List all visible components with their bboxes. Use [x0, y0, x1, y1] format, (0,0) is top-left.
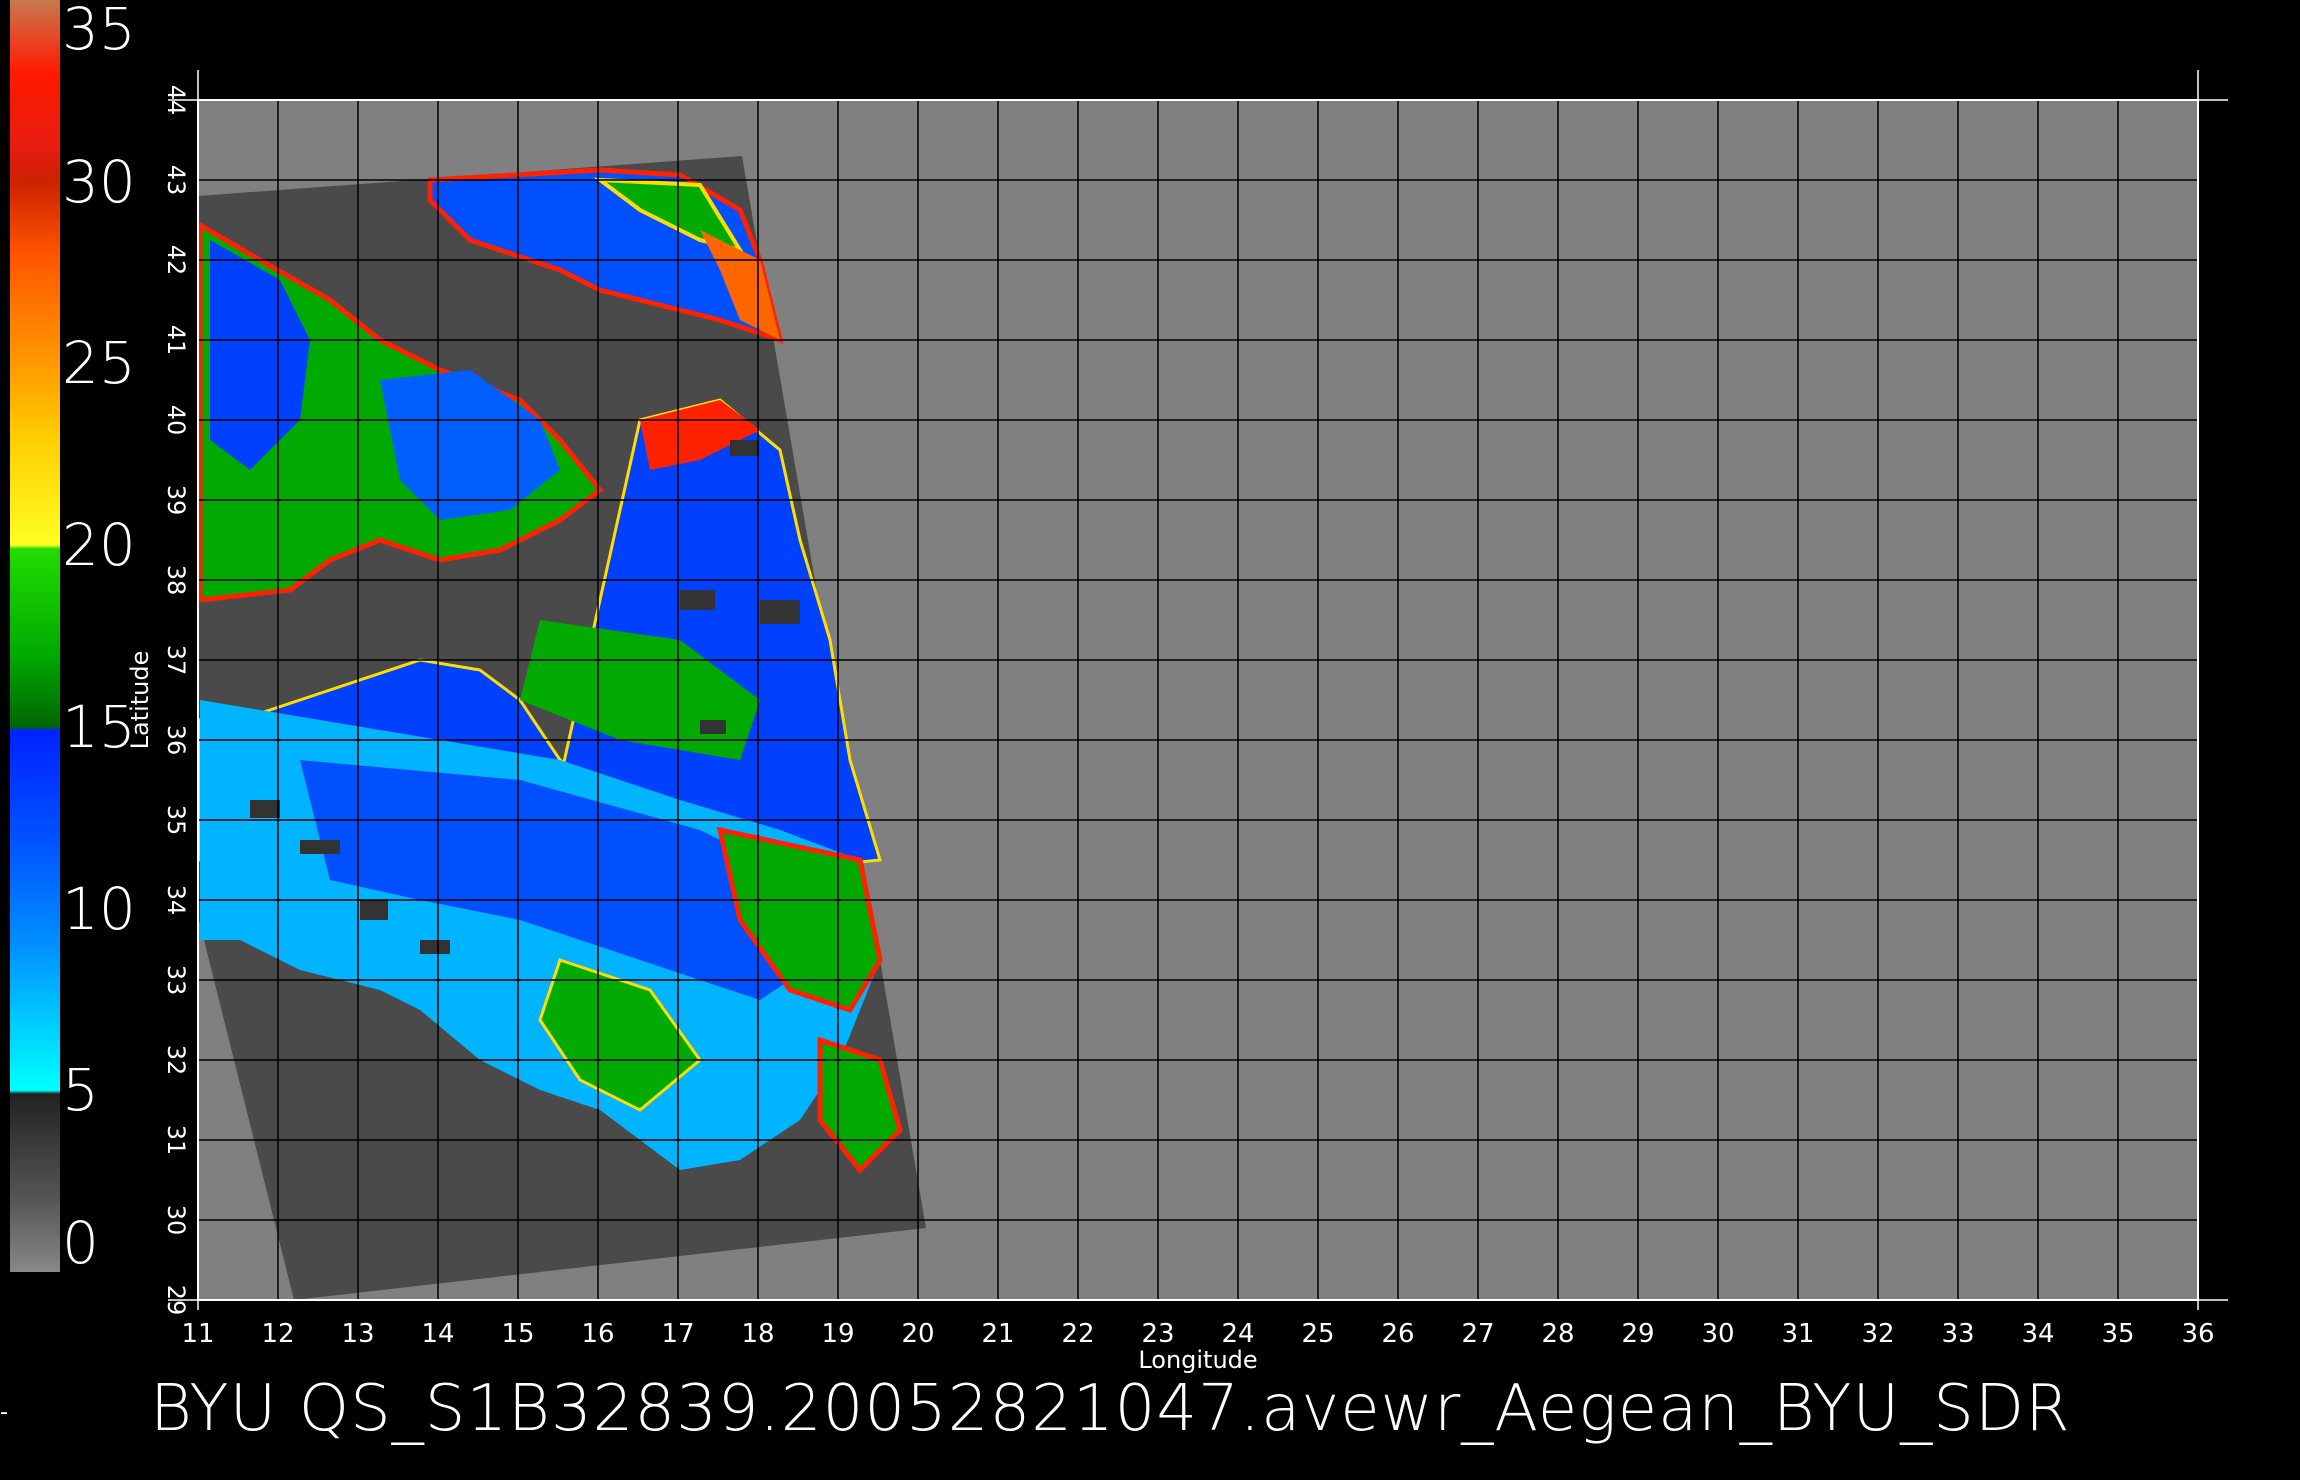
longitude-tick-label: 15 — [501, 1319, 534, 1349]
longitude-tick-label: 24 — [1221, 1319, 1254, 1349]
latitude-tick-label: 36 — [162, 725, 190, 756]
latitude-tick-label: 37 — [162, 645, 190, 676]
longitude-tick-label: 14 — [421, 1319, 454, 1349]
longitude-tick-label: 26 — [1381, 1319, 1414, 1349]
latitude-tick-label: 40 — [162, 405, 190, 436]
latitude-tick-label: 29 — [162, 1285, 190, 1316]
latitude-tick-label: 33 — [162, 965, 190, 996]
latitude-tick-label: 39 — [162, 485, 190, 516]
latitude-tick-label: 35 — [162, 805, 190, 836]
longitude-tick-label: 25 — [1301, 1319, 1334, 1349]
y-axis-label: Latitude — [126, 651, 154, 750]
longitude-tick-label: 29 — [1621, 1319, 1654, 1349]
longitude-tick-label: 27 — [1461, 1319, 1494, 1349]
longitude-tick-label: 19 — [821, 1319, 854, 1349]
longitude-tick-label: 16 — [581, 1319, 614, 1349]
longitude-tick-label: 12 — [261, 1319, 294, 1349]
longitude-tick-label: 36 — [2181, 1319, 2214, 1349]
longitude-tick-label: 22 — [1061, 1319, 1094, 1349]
latitude-tick-label: 32 — [162, 1045, 190, 1076]
longitude-tick-label: 34 — [2021, 1319, 2054, 1349]
latitude-tick-label: 44 — [162, 85, 190, 116]
latitude-tick-label: 42 — [162, 245, 190, 276]
wind-map: 11 12 13 14 15 16 17 18 19 20 21 22 23 24 25 26 27 28 29 30… — [126, 70, 2228, 1374]
left-edge-marker: - — [0, 1400, 8, 1425]
x-axis-label: Longitude — [1138, 1346, 1257, 1374]
longitude-tick-label: 33 — [1941, 1319, 1974, 1349]
longitude-tick-label: 32 — [1861, 1319, 1894, 1349]
longitude-tick-label: 30 — [1701, 1319, 1734, 1349]
latitude-tick-labels: 29 30 31 32 33 34 35 36 37 38 39 40 41 42 43 44 — [162, 85, 190, 1316]
longitude-tick-label: 17 — [661, 1319, 694, 1349]
latitude-tick-label: 41 — [162, 325, 190, 356]
latitude-tick-label: 43 — [162, 165, 190, 196]
longitude-tick-labels: 11 12 13 14 15 16 17 18 19 20 21 22 23 24 25 26 27 28 29 30… — [181, 1319, 2214, 1349]
longitude-tick-label: 20 — [901, 1319, 934, 1349]
longitude-tick-label: 21 — [981, 1319, 1014, 1349]
latitude-tick-label: 34 — [162, 885, 190, 916]
longitude-tick-label: 31 — [1781, 1319, 1814, 1349]
longitude-tick-label: 13 — [341, 1319, 374, 1349]
longitude-tick-label: 23 — [1141, 1319, 1174, 1349]
latitude-tick-label: 30 — [162, 1205, 190, 1236]
longitude-tick-label: 35 — [2101, 1319, 2134, 1349]
latitude-tick-label: 38 — [162, 565, 190, 596]
longitude-tick-label: 18 — [741, 1319, 774, 1349]
latitude-tick-label: 31 — [162, 1125, 190, 1156]
longitude-tick-label: 11 — [181, 1319, 214, 1349]
data-file-caption: BYU QS_S1B32839.20052821047.avewr_Aegean… — [150, 1372, 2071, 1446]
longitude-tick-label: 28 — [1541, 1319, 1574, 1349]
